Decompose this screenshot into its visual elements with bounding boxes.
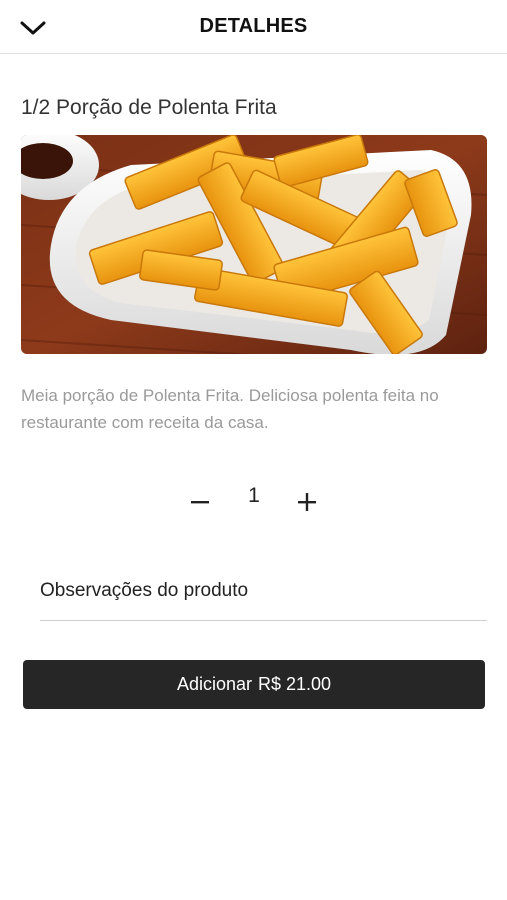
product-image: [21, 135, 487, 354]
quantity-stepper: 1: [0, 480, 507, 524]
minus-icon: [191, 501, 209, 504]
top-bar: DETALHES: [0, 0, 507, 54]
add-button-price: R$ 21.00: [257, 674, 332, 694]
product-notes-label: Observações do produto: [40, 580, 249, 601]
add-to-cart-button[interactable]: Adicionar R$ 21.00: [23, 660, 485, 709]
product-description: Meia porção de Polenta Frita. Deliciosa …: [21, 386, 439, 432]
product-notes-field[interactable]: Observações do produto: [40, 570, 487, 621]
plus-icon: [298, 493, 316, 511]
product-title: 1/2 Porção de Polenta Frita: [21, 96, 277, 119]
polenta-photo: [21, 135, 487, 354]
decrease-quantity-button[interactable]: [180, 480, 220, 524]
increase-quantity-button[interactable]: [287, 480, 327, 524]
add-button-label: Adicionar: [176, 674, 252, 694]
quantity-value: 1: [248, 484, 260, 507]
page-title: DETALHES: [199, 15, 308, 37]
